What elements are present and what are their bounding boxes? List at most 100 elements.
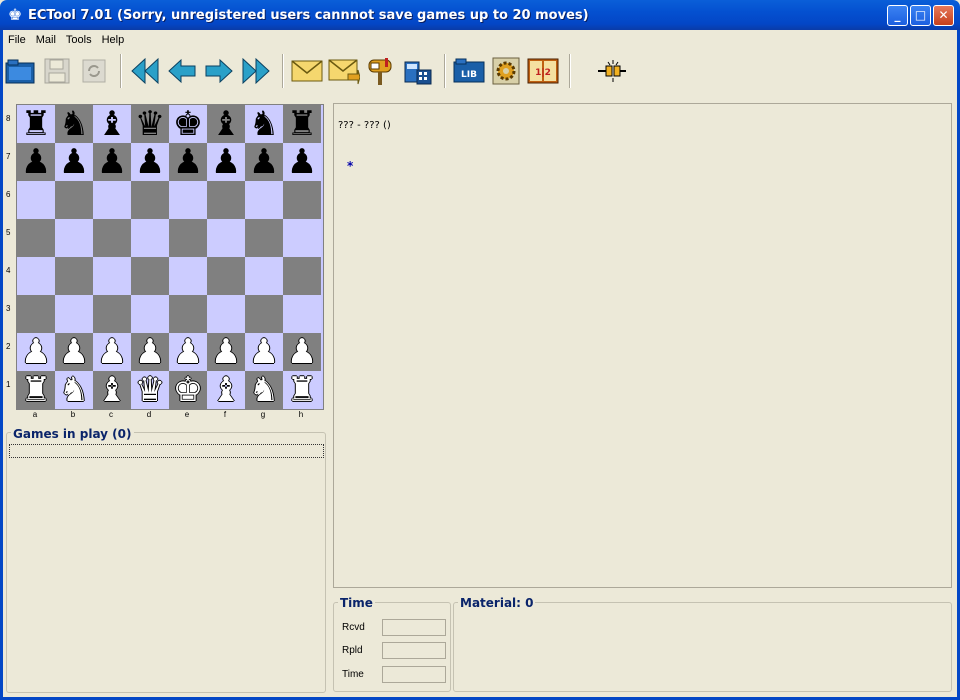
square-f4[interactable] [207,257,245,295]
last-move-button[interactable] [239,54,273,88]
square-g1[interactable]: ♞ [245,371,283,409]
square-a1[interactable]: ♜ [17,371,55,409]
square-c2[interactable]: ♟ [93,333,131,371]
refresh-button[interactable] [77,54,111,88]
library-button[interactable]: LIB [452,54,486,88]
games-list[interactable] [9,444,324,458]
settings-button[interactable] [489,54,523,88]
square-d6[interactable] [131,181,169,219]
square-e6[interactable] [169,181,207,219]
white-rook-icon[interactable]: ♜ [21,371,51,409]
white-rook-icon[interactable]: ♜ [287,371,317,409]
black-knight-icon[interactable]: ♞ [59,105,89,143]
white-pawn-icon[interactable]: ♟ [59,333,89,371]
menu-file[interactable]: File [3,34,31,46]
chess-board[interactable]: ♜ ♞ ♝ ♛ ♚ ♝ ♞ ♜ ♟ ♟ ♟ ♟ ♟ ♟ ♟ ♟ ♟ ♟ ♟ ♟ ♟ ♟ ♟ ♟ ♜ ♞ ♝ ♛ ♚ ♝ ♞ ♜ [16,104,324,410]
square-h1[interactable]: ♜ [283,371,321,409]
square-g6[interactable] [245,181,283,219]
square-a5[interactable] [17,219,55,257]
black-pawn-icon[interactable]: ♟ [135,143,165,181]
square-h5[interactable] [283,219,321,257]
previous-move-button[interactable] [165,54,199,88]
book-button[interactable]: 1|2 [526,54,560,88]
square-g2[interactable]: ♟ [245,333,283,371]
calculator-button[interactable] [401,54,435,88]
square-b7[interactable]: ♟ [55,143,93,181]
square-d2[interactable]: ♟ [131,333,169,371]
square-e2[interactable]: ♟ [169,333,207,371]
square-f5[interactable] [207,219,245,257]
square-c6[interactable] [93,181,131,219]
black-pawn-icon[interactable]: ♟ [287,143,317,181]
square-a2[interactable]: ♟ [17,333,55,371]
square-f2[interactable]: ♟ [207,333,245,371]
black-bishop-icon[interactable]: ♝ [97,105,127,143]
white-knight-icon[interactable]: ♞ [249,371,279,409]
square-h6[interactable] [283,181,321,219]
square-e1[interactable]: ♚ [169,371,207,409]
square-f6[interactable] [207,181,245,219]
square-c4[interactable] [93,257,131,295]
black-pawn-icon[interactable]: ♟ [59,143,89,181]
square-c8[interactable]: ♝ [93,105,131,143]
black-knight-icon[interactable]: ♞ [249,105,279,143]
black-rook-icon[interactable]: ♜ [21,105,51,143]
square-g4[interactable] [245,257,283,295]
square-f1[interactable]: ♝ [207,371,245,409]
app-icon[interactable]: ♚ [6,6,24,24]
white-pawn-icon[interactable]: ♟ [97,333,127,371]
black-rook-icon[interactable]: ♜ [287,105,317,143]
menu-tools[interactable]: Tools [61,34,97,46]
square-c1[interactable]: ♝ [93,371,131,409]
square-h4[interactable] [283,257,321,295]
square-b1[interactable]: ♞ [55,371,93,409]
square-d4[interactable] [131,257,169,295]
square-d5[interactable] [131,219,169,257]
square-a8[interactable]: ♜ [17,105,55,143]
square-d7[interactable]: ♟ [131,143,169,181]
square-g3[interactable] [245,295,283,333]
white-pawn-icon[interactable]: ♟ [173,333,203,371]
white-pawn-icon[interactable]: ♟ [211,333,241,371]
square-h7[interactable]: ♟ [283,143,321,181]
black-bishop-icon[interactable]: ♝ [211,105,241,143]
square-c3[interactable] [93,295,131,333]
white-bishop-icon[interactable]: ♝ [211,371,241,409]
white-king-icon[interactable]: ♚ [173,371,203,409]
square-b5[interactable] [55,219,93,257]
square-b8[interactable]: ♞ [55,105,93,143]
white-bishop-icon[interactable]: ♝ [97,371,127,409]
white-queen-icon[interactable]: ♛ [135,371,165,409]
square-c5[interactable] [93,219,131,257]
black-pawn-icon[interactable]: ♟ [211,143,241,181]
square-f7[interactable]: ♟ [207,143,245,181]
square-a3[interactable] [17,295,55,333]
title-bar[interactable]: ♚ ECTool 7.01 (Sorry, unregistered users… [0,0,960,30]
square-g8[interactable]: ♞ [245,105,283,143]
white-knight-icon[interactable]: ♞ [59,371,89,409]
black-pawn-icon[interactable]: ♟ [97,143,127,181]
open-button[interactable] [3,54,37,88]
square-d3[interactable] [131,295,169,333]
square-h2[interactable]: ♟ [283,333,321,371]
first-move-button[interactable] [128,54,162,88]
square-c7[interactable]: ♟ [93,143,131,181]
next-move-button[interactable] [202,54,236,88]
white-pawn-icon[interactable]: ♟ [21,333,51,371]
square-e4[interactable] [169,257,207,295]
connect-button[interactable] [595,54,629,88]
square-a7[interactable]: ♟ [17,143,55,181]
black-pawn-icon[interactable]: ♟ [249,143,279,181]
square-e3[interactable] [169,295,207,333]
moves-panel[interactable]: ??? - ??? () * [333,103,952,588]
mailbox-button[interactable] [364,54,398,88]
save-button[interactable] [40,54,74,88]
maximize-button[interactable]: □ [910,5,931,26]
square-a6[interactable] [17,181,55,219]
square-h8[interactable]: ♜ [283,105,321,143]
square-e7[interactable]: ♟ [169,143,207,181]
black-pawn-icon[interactable]: ♟ [173,143,203,181]
black-queen-icon[interactable]: ♛ [135,105,165,143]
square-e8[interactable]: ♚ [169,105,207,143]
black-king-icon[interactable]: ♚ [173,105,203,143]
